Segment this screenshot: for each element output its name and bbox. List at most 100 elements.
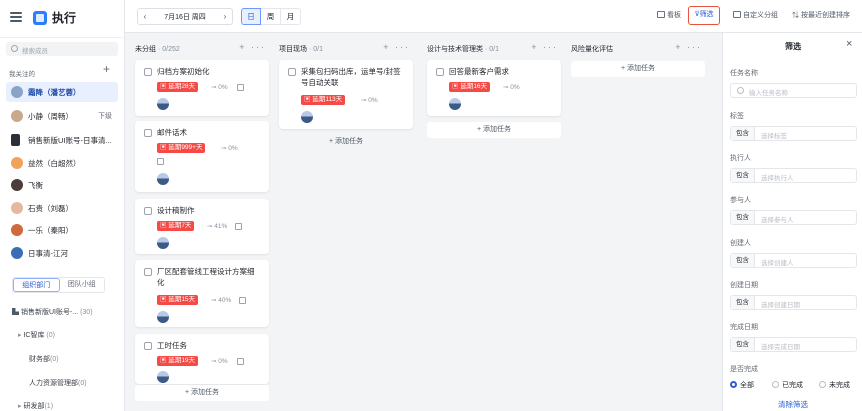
current-date[interactable]: 7月16日 周四: [152, 12, 218, 22]
org-tree-item[interactable]: ▸ IC智库 (0): [18, 330, 126, 340]
edit-icon[interactable]: [237, 84, 244, 91]
assignee-filter-field[interactable]: 包含 选择执行人: [730, 168, 857, 183]
org-tree-item[interactable]: ▙ 销售新版UI账号-... (30): [12, 307, 120, 317]
column-header: 设计与技术管理类 · 0/1 + ···: [427, 42, 562, 56]
avatar: [11, 134, 20, 146]
done-status-label: 是否完成: [730, 366, 758, 373]
column-count: · 0/1: [484, 46, 499, 53]
task-card[interactable]: 厂区配套管线工程设计方案细化 ▣ 延期15天 ⊸ 40%: [135, 260, 269, 327]
avatar: [11, 179, 23, 191]
person-item[interactable]: 石贵（刘磊）: [6, 198, 118, 218]
sort-icon: ⇅: [792, 12, 801, 19]
person-item[interactable]: 霜降（潘艺蓉）: [6, 82, 118, 102]
kanban-board: 未分组 · 0/252 + ··· 归档方案初始化 ▣ 延期28天 ⊸ 0% 邮件…: [125, 33, 722, 411]
person-item[interactable]: 一乐（秦阳）: [6, 220, 118, 240]
task-card[interactable]: 设计稿制作 ▣ 延期7天 ⊸ 41%: [135, 199, 269, 254]
task-title: 厂区配套管线工程设计方案细化: [157, 267, 255, 287]
complete-date-filter-field[interactable]: 包含 选择完成日期: [730, 337, 857, 352]
column-title: 风险量化评估: [571, 46, 613, 53]
radio-all[interactable]: 全部: [730, 380, 754, 390]
radio-dot: [730, 381, 737, 388]
field-placeholder: 选择创建日期: [761, 302, 800, 309]
task-card[interactable]: 归档方案初始化 ▣ 延期28天 ⊸ 0%: [135, 60, 269, 116]
menu-icon[interactable]: [10, 12, 22, 22]
close-icon[interactable]: ×: [846, 38, 852, 50]
edit-icon[interactable]: [235, 223, 242, 230]
participant-filter-field[interactable]: 包含 选择参与人: [730, 210, 857, 225]
task-title: 工时任务: [157, 341, 187, 350]
add-task-button[interactable]: + 添加任务: [427, 122, 561, 138]
assignee-avatar: [157, 173, 169, 185]
column-actions[interactable]: + ···: [239, 42, 266, 52]
add-task-button[interactable]: + 添加任务: [571, 61, 705, 77]
task-checkbox[interactable]: [436, 68, 444, 76]
creator-filter-field[interactable]: 包含 选择创建人: [730, 253, 857, 268]
task-checkbox[interactable]: [144, 268, 152, 276]
sort-button[interactable]: ⇅ 按最近创建排序: [792, 10, 850, 20]
include-select[interactable]: 包含: [731, 296, 755, 309]
task-name-input[interactable]: 输入任务名称: [730, 83, 857, 98]
include-select[interactable]: 包含: [731, 211, 755, 224]
task-checkbox[interactable]: [144, 207, 152, 215]
view-week-button[interactable]: 周: [261, 8, 281, 25]
column-design-tech: 设计与技术管理类 · 0/1 + ··· 回答最新客户需求 ▣ 延期16天 ⊸ 0…: [427, 33, 562, 411]
create-date-filter-field[interactable]: 包含 选择创建日期: [730, 295, 857, 310]
column-actions[interactable]: + ···: [383, 42, 410, 52]
next-date-button[interactable]: ›: [218, 12, 232, 21]
column-actions[interactable]: + ···: [675, 42, 702, 52]
task-card[interactable]: 工时任务 ▣ 延期19天 ⊸ 0%: [135, 334, 269, 384]
person-item[interactable]: 销售新版UI账号-日事清...: [6, 130, 118, 150]
task-card[interactable]: 采集包扫码出库，运单号/封签号自动关联 ▣ 延期113天 ⊸ 0%: [279, 60, 413, 129]
view-day-button[interactable]: 日: [241, 8, 261, 25]
include-select[interactable]: 包含: [731, 338, 755, 351]
column-title: 项目现场: [279, 46, 307, 53]
custom-group-button[interactable]: 自定义分组: [733, 10, 778, 20]
task-card[interactable]: 回答最新客户需求 ▣ 延期16天 ⊸ 0%: [427, 60, 561, 116]
task-checkbox[interactable]: [288, 68, 296, 76]
person-item[interactable]: 飞衡: [6, 175, 118, 195]
person-item[interactable]: 日事清-江河: [6, 243, 118, 263]
task-checkbox[interactable]: [144, 129, 152, 137]
tab-team-groups[interactable]: 团队小组: [60, 278, 105, 292]
add-task-button[interactable]: + 添加任务: [135, 385, 269, 401]
task-checkbox[interactable]: [144, 68, 152, 76]
progress: ⊸ 40%: [211, 297, 232, 304]
overdue-text: 延期113天: [312, 96, 343, 103]
date-picker[interactable]: ‹ 7月16日 周四 ›: [137, 8, 233, 25]
task-name-label: 任务名称: [730, 70, 758, 77]
progress: ⊸ 0%: [211, 84, 228, 91]
prev-date-button[interactable]: ‹: [138, 12, 152, 21]
include-select[interactable]: 包含: [731, 127, 755, 140]
person-item[interactable]: 小静（周畅） 下级: [6, 106, 118, 126]
radio-uncompleted[interactable]: 未完成: [819, 380, 850, 390]
edit-icon[interactable]: [239, 297, 246, 304]
edit-icon[interactable]: [157, 158, 164, 165]
column-actions[interactable]: + ···: [531, 42, 558, 52]
filter-label: 执行人: [730, 155, 751, 162]
clear-filter-button[interactable]: 清除筛选: [723, 399, 862, 410]
overdue-text: 延期19天: [168, 357, 196, 364]
task-card[interactable]: 邮件话术 ▣ 延期999+天 ⊸ 0%: [135, 121, 269, 192]
org-tree-item[interactable]: ▸ 研发部(1): [18, 401, 126, 411]
edit-icon[interactable]: [237, 358, 244, 365]
filter-button[interactable]: ⊽筛选: [688, 6, 720, 25]
org-icon: ▙: [12, 309, 21, 316]
include-select[interactable]: 包含: [731, 169, 755, 182]
board-view-button[interactable]: 看板: [657, 10, 681, 20]
include-select[interactable]: 包含: [731, 254, 755, 267]
person-item[interactable]: 益然（白超然）: [6, 153, 118, 173]
view-month-button[interactable]: 月: [281, 8, 301, 25]
person-name: 小静（周畅）: [28, 111, 73, 121]
tag-filter-field[interactable]: 包含 选择标签: [730, 126, 857, 141]
tab-org-departments[interactable]: 组织部门: [13, 278, 60, 292]
org-count: (1): [44, 403, 54, 410]
org-tree-item[interactable]: 人力资源管理部(0): [29, 378, 137, 388]
member-search-input[interactable]: 搜索成员: [6, 42, 118, 56]
add-task-button[interactable]: + 添加任务: [279, 134, 413, 150]
avatar: [11, 110, 23, 122]
radio-completed[interactable]: 已完成: [772, 380, 803, 390]
org-tree-item[interactable]: 财务部(0): [29, 354, 137, 364]
add-followed-button[interactable]: +: [103, 62, 110, 76]
task-checkbox[interactable]: [144, 342, 152, 350]
column-project-site: 项目现场 · 0/1 + ··· 采集包扫码出库，运单号/封签号自动关联 ▣ 延期…: [279, 33, 414, 411]
